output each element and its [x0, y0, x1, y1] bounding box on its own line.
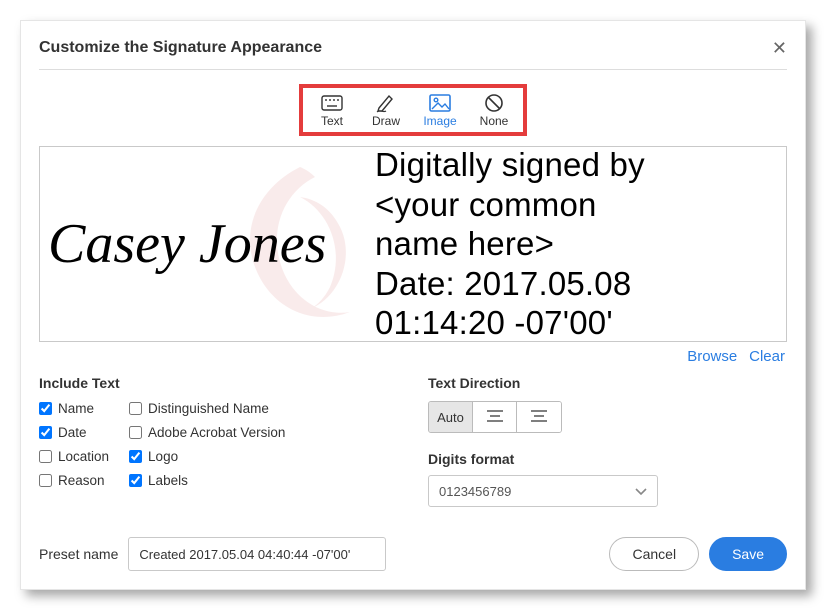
- include-text-section: Include Text Name Date Location: [39, 375, 398, 507]
- check-distinguished-label: Distinguished Name: [148, 401, 269, 416]
- digits-format-select[interactable]: 0123456789: [428, 475, 658, 507]
- browse-link[interactable]: Browse: [687, 348, 737, 365]
- text-direction-section: Text Direction Auto Digits format 012345…: [428, 375, 787, 507]
- mode-image-label: Image: [423, 114, 456, 128]
- mode-image-button[interactable]: Image: [419, 92, 461, 128]
- check-acrobat-version[interactable]: Adobe Acrobat Version: [129, 425, 285, 440]
- check-distinguished-box[interactable]: [129, 402, 142, 415]
- check-logo-label: Logo: [148, 449, 178, 464]
- preview-content: Casey Jones Digitally signed by <your co…: [40, 147, 786, 341]
- check-date[interactable]: Date: [39, 425, 109, 440]
- cancel-button[interactable]: Cancel: [609, 537, 699, 571]
- signature-mode-group: Text Draw Image None: [299, 84, 527, 136]
- check-name-box[interactable]: [39, 402, 52, 415]
- details-line: Digitally signed by: [375, 146, 645, 185]
- textdir-auto-button[interactable]: Auto: [429, 402, 473, 432]
- check-date-label: Date: [58, 425, 87, 440]
- align-left-icon: [487, 410, 503, 425]
- details-line: Date: 2017.05.08: [375, 264, 645, 304]
- check-reason-box[interactable]: [39, 474, 52, 487]
- text-direction-heading: Text Direction: [428, 375, 787, 391]
- chevron-down-icon: [635, 484, 647, 499]
- check-logo-box[interactable]: [129, 450, 142, 463]
- mode-none-label: None: [480, 114, 509, 128]
- include-text-heading: Include Text: [39, 375, 398, 391]
- keyboard-icon: [321, 92, 343, 114]
- check-reason[interactable]: Reason: [39, 473, 109, 488]
- text-direction-group: Auto: [428, 401, 562, 433]
- check-name[interactable]: Name: [39, 401, 109, 416]
- dialog-header: Customize the Signature Appearance ✕: [39, 39, 787, 70]
- dialog-title: Customize the Signature Appearance: [39, 39, 322, 57]
- save-button[interactable]: Save: [709, 537, 787, 571]
- signature-appearance-dialog: Customize the Signature Appearance ✕ Tex…: [20, 20, 806, 590]
- dialog-footer: Preset name Cancel Save: [39, 537, 787, 571]
- include-text-grid: Name Date Location Reason: [39, 401, 398, 488]
- mode-text-button[interactable]: Text: [311, 92, 353, 128]
- pen-icon: [375, 92, 397, 114]
- preview-actions: Browse Clear: [39, 348, 787, 365]
- check-labels-box[interactable]: [129, 474, 142, 487]
- mode-draw-button[interactable]: Draw: [365, 92, 407, 128]
- mode-none-button[interactable]: None: [473, 92, 515, 128]
- clear-link[interactable]: Clear: [749, 348, 785, 365]
- close-icon[interactable]: ✕: [772, 39, 787, 57]
- signature-details: Digitally signed by <your common name he…: [375, 146, 645, 342]
- check-labels[interactable]: Labels: [129, 473, 285, 488]
- preset-name-input[interactable]: [128, 537, 386, 571]
- details-line: <your common: [375, 185, 645, 225]
- check-location-box[interactable]: [39, 450, 52, 463]
- check-logo[interactable]: Logo: [129, 449, 285, 464]
- check-acrobat-version-box[interactable]: [129, 426, 142, 439]
- signature-name: Casey Jones: [40, 216, 375, 272]
- digits-format-value: 0123456789: [439, 484, 511, 499]
- textdir-ltr-button[interactable]: [473, 402, 517, 432]
- check-labels-label: Labels: [148, 473, 188, 488]
- image-icon: [429, 92, 451, 114]
- textdir-rtl-button[interactable]: [517, 402, 561, 432]
- check-acrobat-version-label: Adobe Acrobat Version: [148, 425, 285, 440]
- check-reason-label: Reason: [58, 473, 105, 488]
- none-icon: [484, 92, 504, 114]
- details-line: name here>: [375, 224, 645, 264]
- signature-mode-row: Text Draw Image None: [39, 84, 787, 136]
- options-row: Include Text Name Date Location: [39, 375, 787, 507]
- mode-text-label: Text: [321, 114, 343, 128]
- digits-format-heading: Digits format: [428, 451, 787, 467]
- preset-name-label: Preset name: [39, 546, 118, 562]
- check-location-label: Location: [58, 449, 109, 464]
- align-right-icon: [531, 410, 547, 425]
- check-distinguished[interactable]: Distinguished Name: [129, 401, 285, 416]
- check-date-box[interactable]: [39, 426, 52, 439]
- mode-draw-label: Draw: [372, 114, 400, 128]
- details-line: 01:14:20 -07'00': [375, 303, 645, 342]
- check-name-label: Name: [58, 401, 94, 416]
- signature-preview: Casey Jones Digitally signed by <your co…: [39, 146, 787, 342]
- check-location[interactable]: Location: [39, 449, 109, 464]
